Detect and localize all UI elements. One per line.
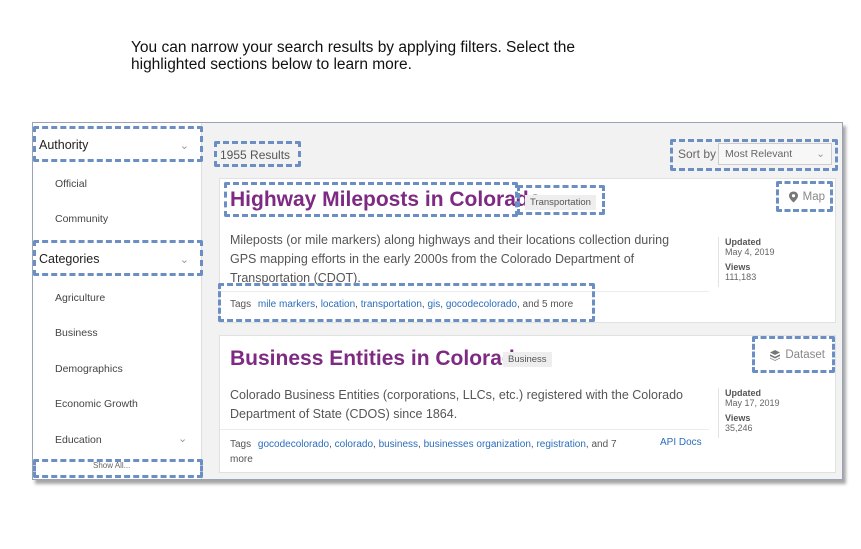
chevron-down-icon: ⌄ [179,139,189,152]
results-panel: 1955 Results Sort by Most Relevant ⌄ Hig… [202,123,842,479]
api-docs-link[interactable]: API Docs [660,437,702,448]
filter-option-agriculture[interactable]: Agriculture [55,292,105,304]
filter-option-community[interactable]: Community [55,213,108,225]
sort-select-value: Most Relevant [725,148,793,160]
tag-link[interactable]: transportation [361,299,422,310]
description-line: Mileposts (or mile markers) along highwa… [230,233,670,247]
category-badge[interactable]: Business [503,352,552,367]
description-line: GPS mapping efforts in the early 2000s f… [230,252,635,266]
filter-sidebar: Authority ⌄ Official Community Categorie… [33,123,202,479]
chevron-down-icon: ⌄ [179,253,189,266]
chevron-down-icon[interactable]: ⌄ [178,432,187,445]
updated-date: May 17, 2019 [725,398,780,408]
tag-link[interactable]: colorado [335,439,373,450]
asset-type-label: Dataset [785,349,825,361]
tags-row: Tags mile markers, location, transportat… [220,291,709,321]
tag-link[interactable]: mile markers [258,299,315,310]
tag-link[interactable]: gocodecolorado [446,299,517,310]
chevron-down-icon: ⌄ [816,148,825,160]
views-label: Views [725,262,751,272]
result-description: Colorado Business Entities (corporations… [230,386,700,424]
updated-label: Updated [725,388,761,398]
tags-row: Tags gocodecolorado, colorado, business,… [220,429,709,471]
map-pin-icon [788,191,798,203]
tag-link[interactable]: gis [427,299,440,310]
result-title-link[interactable]: Business Entities in Colorado [230,347,528,371]
tags-label: Tags [230,299,252,310]
tag-link[interactable]: registration [536,439,585,450]
categories-facet-toggle[interactable]: Categories ⌄ [39,245,195,273]
tag-link[interactable]: gocodecolorado [258,439,329,450]
filter-option-business[interactable]: Business [55,327,98,339]
result-description: Mileposts (or mile markers) along highwa… [230,231,700,288]
dataset-icon [770,350,781,361]
result-meta: Updated May 4, 2019 Views 111,183 [718,237,835,287]
description-line: Colorado Business Entities (corporations… [230,388,683,402]
tag-link[interactable]: businesses organization [424,439,531,450]
description-line: Department of State (CDOS) since 1864. [230,407,458,421]
filter-option-demographics[interactable]: Demographics [55,363,123,375]
show-all-link[interactable]: Show All... [93,461,130,470]
authority-facet-label: Authority [39,138,89,152]
categories-facet-label: Categories [39,252,100,266]
result-card: Business Entities in Colorado Business D… [219,335,836,473]
more-tags-link[interactable]: , and 7 [586,439,617,450]
result-card: Highway Mileposts in Colorado Transporta… [219,178,836,323]
results-count: 1955 Results [220,148,291,162]
intro-line-1: You can narrow your search results by ap… [131,39,575,56]
asset-type-label: Map [802,191,825,203]
sort-select[interactable]: Most Relevant ⌄ [718,143,832,165]
more-tags-link-continued[interactable]: more [230,454,253,465]
filter-option-official[interactable]: Official [55,178,87,190]
intro-line-2: highlighted sections below to learn more… [131,56,412,73]
filter-option-economic-growth[interactable]: Economic Growth [55,398,138,410]
intro-text: You can narrow your search results by ap… [131,39,691,73]
tags-label: Tags [230,439,252,450]
authority-facet-toggle[interactable]: Authority ⌄ [39,131,195,159]
asset-type-map: Map [788,191,825,203]
category-badge[interactable]: Transportation [525,195,596,210]
updated-date: May 4, 2019 [725,247,775,257]
views-count: 35,246 [725,423,753,433]
updated-label: Updated [725,237,761,247]
views-label: Views [725,413,751,423]
tag-link[interactable]: location [321,299,355,310]
screenshot-frame: Authority ⌄ Official Community Categorie… [32,122,843,480]
tag-link[interactable]: business [379,439,418,450]
result-title-link[interactable]: Highway Mileposts in Colorado [230,188,542,212]
filter-option-education[interactable]: Education [55,434,102,446]
description-line: Transportation (CDOT). [230,271,361,285]
more-tags-link[interactable]: , and 5 more [517,299,573,310]
views-count: 111,183 [725,272,757,282]
result-meta: Updated May 17, 2019 Views 35,246 [718,388,835,438]
sort-by-label: Sort by [678,147,717,161]
asset-type-dataset: Dataset [769,349,825,361]
